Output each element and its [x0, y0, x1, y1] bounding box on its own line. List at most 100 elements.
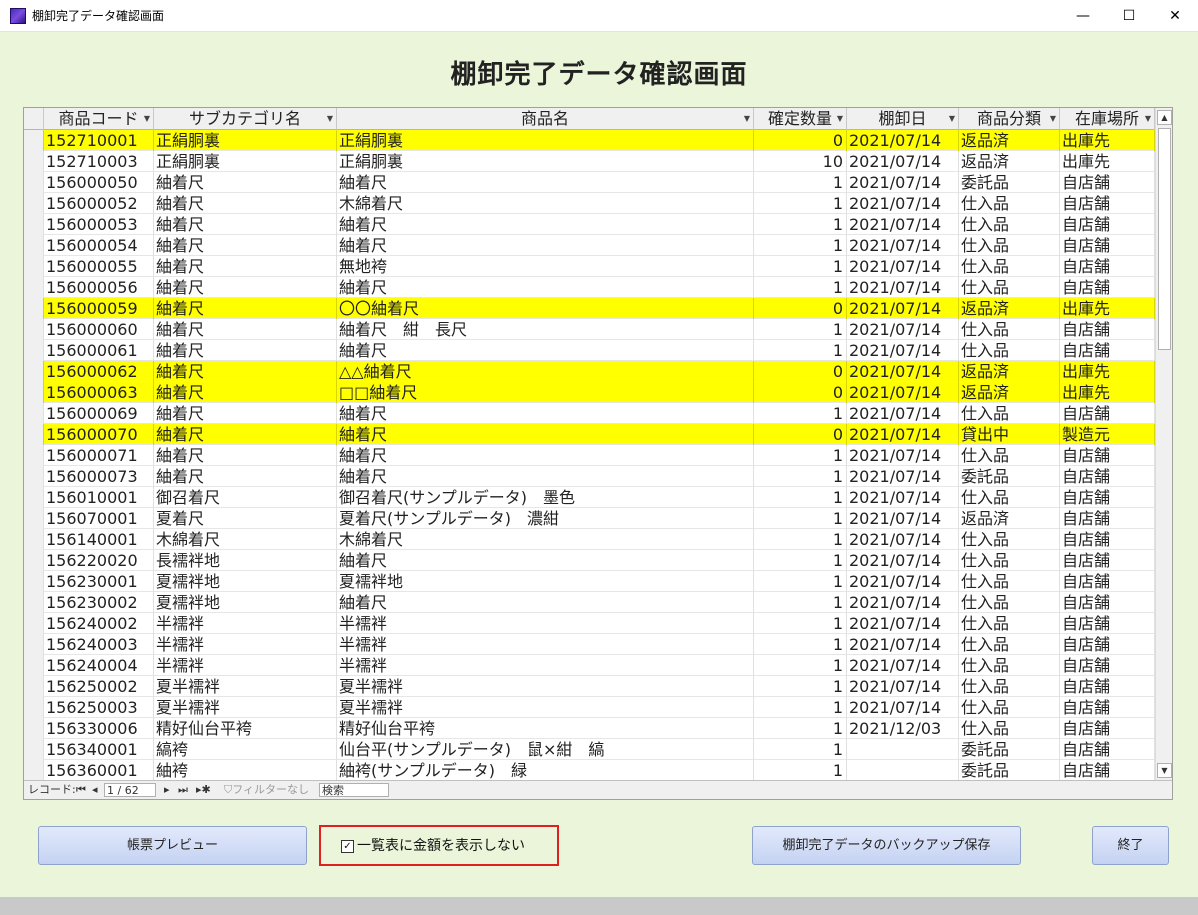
cell-subcategory[interactable]: 紬着尺 [154, 466, 337, 487]
cell-inventory-date[interactable]: 2021/07/14 [847, 172, 959, 193]
cell-product-code[interactable]: 156000073 [44, 466, 154, 487]
row-selector[interactable] [24, 529, 44, 550]
cell-subcategory[interactable]: 正絹胴裏 [154, 151, 337, 172]
header-col-location[interactable]: 在庫場所 ▼ [1060, 108, 1155, 130]
cell-subcategory[interactable]: 縞袴 [154, 739, 337, 760]
cell-product-code[interactable]: 156000060 [44, 319, 154, 340]
cell-quantity[interactable]: 1 [754, 529, 847, 550]
cell-product-code[interactable]: 156330006 [44, 718, 154, 739]
cell-classification[interactable]: 仕入品 [959, 445, 1060, 466]
cell-product-code[interactable]: 156000069 [44, 403, 154, 424]
cell-location[interactable]: 出庫先 [1060, 382, 1155, 403]
cell-subcategory[interactable]: 紬着尺 [154, 445, 337, 466]
cell-product-code[interactable]: 156250002 [44, 676, 154, 697]
cell-quantity[interactable]: 1 [754, 613, 847, 634]
row-selector[interactable] [24, 508, 44, 529]
cell-quantity[interactable]: 1 [754, 718, 847, 739]
cell-subcategory[interactable]: 夏半襦袢 [154, 697, 337, 718]
cell-inventory-date[interactable]: 2021/07/14 [847, 571, 959, 592]
cell-quantity[interactable]: 1 [754, 172, 847, 193]
cell-location[interactable]: 自店舗 [1060, 172, 1155, 193]
table-row[interactable]: 156240003 半襦袢 半襦袢 1 2021/07/14 仕入品 自店舗 [24, 634, 1155, 655]
cell-subcategory[interactable]: 紬着尺 [154, 172, 337, 193]
sort-filter-dropdown-icon[interactable]: ▼ [144, 108, 150, 130]
cell-product-name[interactable]: 仙台平(サンプルデータ) 鼠×紺 縞 [337, 739, 754, 760]
header-col-inventory-date[interactable]: 棚卸日 ▼ [847, 108, 959, 130]
cell-subcategory[interactable]: 御召着尺 [154, 487, 337, 508]
cell-product-name[interactable]: 紬着尺 [337, 466, 754, 487]
table-row[interactable]: 156250002 夏半襦袢 夏半襦袢 1 2021/07/14 仕入品 自店舗 [24, 676, 1155, 697]
cell-quantity[interactable]: 1 [754, 655, 847, 676]
table-row[interactable]: 156000069 紬着尺 紬着尺 1 2021/07/14 仕入品 自店舗 [24, 403, 1155, 424]
cell-inventory-date[interactable]: 2021/07/14 [847, 466, 959, 487]
header-col-quantity[interactable]: 確定数量 ▼ [754, 108, 847, 130]
first-record-icon[interactable]: ⏮ [76, 783, 86, 797]
cell-inventory-date[interactable]: 2021/07/14 [847, 340, 959, 361]
header-col-product-code[interactable]: 商品コード ▼ [44, 108, 154, 130]
cell-location[interactable]: 自店舗 [1060, 739, 1155, 760]
table-row[interactable]: 156000052 紬着尺 木綿着尺 1 2021/07/14 仕入品 自店舗 [24, 193, 1155, 214]
row-selector[interactable] [24, 319, 44, 340]
table-row[interactable]: 152710003 正絹胴裏 正絹胴裏 10 2021/07/14 返品済 出庫先 [24, 151, 1155, 172]
cell-quantity[interactable]: 0 [754, 298, 847, 319]
row-selector[interactable] [24, 214, 44, 235]
cell-subcategory[interactable]: 半襦袢 [154, 655, 337, 676]
cell-location[interactable]: 自店舗 [1060, 319, 1155, 340]
cell-classification[interactable]: 仕入品 [959, 529, 1060, 550]
previous-record-icon[interactable]: ◂ [92, 783, 98, 797]
cell-inventory-date[interactable]: 2021/07/14 [847, 382, 959, 403]
cell-location[interactable]: 自店舗 [1060, 550, 1155, 571]
cell-inventory-date[interactable]: 2021/07/14 [847, 676, 959, 697]
cell-quantity[interactable]: 1 [754, 634, 847, 655]
cell-inventory-date[interactable]: 2021/07/14 [847, 361, 959, 382]
cell-subcategory[interactable]: 半襦袢 [154, 613, 337, 634]
cell-classification[interactable]: 仕入品 [959, 235, 1060, 256]
cell-location[interactable]: 自店舗 [1060, 403, 1155, 424]
cell-product-code[interactable]: 156000063 [44, 382, 154, 403]
cell-quantity[interactable]: 1 [754, 235, 847, 256]
cell-product-code[interactable]: 156000062 [44, 361, 154, 382]
cell-product-name[interactable]: 紬着尺 [337, 550, 754, 571]
cell-inventory-date[interactable]: 2021/07/14 [847, 508, 959, 529]
cell-location[interactable]: 自店舗 [1060, 487, 1155, 508]
cell-product-name[interactable]: 紬着尺 [337, 340, 754, 361]
cell-subcategory[interactable]: 精好仙台平袴 [154, 718, 337, 739]
cell-inventory-date[interactable]: 2021/07/14 [847, 298, 959, 319]
cell-classification[interactable]: 委託品 [959, 172, 1060, 193]
cell-inventory-date[interactable]: 2021/07/14 [847, 151, 959, 172]
cell-product-name[interactable]: 紬着尺 [337, 235, 754, 256]
cell-quantity[interactable]: 1 [754, 550, 847, 571]
cell-quantity[interactable]: 1 [754, 319, 847, 340]
cell-quantity[interactable]: 1 [754, 760, 847, 781]
cell-inventory-date[interactable] [847, 739, 959, 760]
cell-location[interactable]: 自店舗 [1060, 571, 1155, 592]
cell-product-name[interactable]: △△紬着尺 [337, 361, 754, 382]
table-row[interactable]: 156000073 紬着尺 紬着尺 1 2021/07/14 委託品 自店舗 [24, 466, 1155, 487]
row-selector[interactable] [24, 235, 44, 256]
cell-subcategory[interactable]: 正絹胴裏 [154, 130, 337, 151]
cell-classification[interactable]: 仕入品 [959, 550, 1060, 571]
new-record-icon[interactable]: ▸✱ [196, 783, 211, 797]
cell-product-code[interactable]: 156070001 [44, 508, 154, 529]
cell-quantity[interactable]: 1 [754, 445, 847, 466]
cell-inventory-date[interactable]: 2021/07/14 [847, 277, 959, 298]
vertical-scrollbar[interactable]: ▲ ▼ [1155, 108, 1172, 780]
cell-classification[interactable]: 返品済 [959, 508, 1060, 529]
cell-classification[interactable]: 仕入品 [959, 319, 1060, 340]
cell-inventory-date[interactable]: 2021/07/14 [847, 193, 959, 214]
cell-product-code[interactable]: 156340001 [44, 739, 154, 760]
cell-subcategory[interactable]: 紬袴 [154, 760, 337, 781]
cell-product-name[interactable]: 紬袴(サンプルデータ) 緑 [337, 760, 754, 781]
cell-classification[interactable]: 貸出中 [959, 424, 1060, 445]
report-preview-button[interactable]: 帳票プレビュー [38, 826, 307, 865]
cell-quantity[interactable]: 1 [754, 340, 847, 361]
cell-classification[interactable]: 仕入品 [959, 487, 1060, 508]
table-row[interactable]: 156000055 紬着尺 無地袴 1 2021/07/14 仕入品 自店舗 [24, 256, 1155, 277]
sort-filter-dropdown-icon[interactable]: ▼ [744, 108, 750, 130]
cell-product-code[interactable]: 152710001 [44, 130, 154, 151]
cell-product-code[interactable]: 156000070 [44, 424, 154, 445]
table-row[interactable]: 156240002 半襦袢 半襦袢 1 2021/07/14 仕入品 自店舗 [24, 613, 1155, 634]
cell-subcategory[interactable]: 夏半襦袢 [154, 676, 337, 697]
table-row[interactable]: 156000063 紬着尺 □□紬着尺 0 2021/07/14 返品済 出庫先 [24, 382, 1155, 403]
cell-product-code[interactable]: 156000071 [44, 445, 154, 466]
